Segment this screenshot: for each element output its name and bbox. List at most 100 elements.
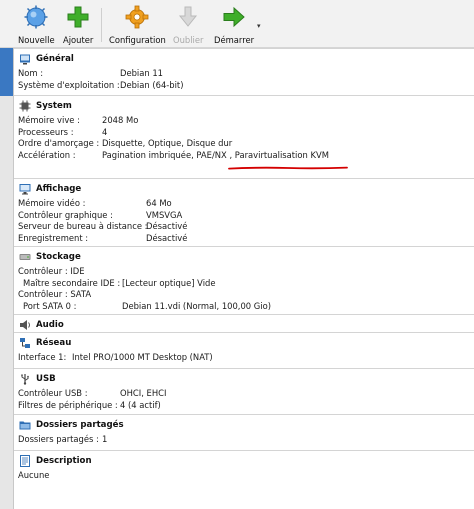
general-name-row: Nom : Debian 11 xyxy=(14,68,474,80)
start-dropdown-arrow-icon[interactable]: ▾ xyxy=(257,22,261,30)
section-storage-title: Stockage xyxy=(36,251,81,262)
usb-icon xyxy=(18,372,32,386)
chip-icon xyxy=(18,99,32,113)
description-value: Aucune xyxy=(18,470,50,480)
usb-controller-label: Contrôleur USB : xyxy=(18,388,88,398)
display-vram-label: Mémoire vidéo : xyxy=(18,198,86,208)
display-vram-value: 64 Mo xyxy=(146,198,172,208)
section-usb-header[interactable]: USB xyxy=(14,368,474,388)
section-shared-folders-header[interactable]: Dossiers partagés xyxy=(14,414,474,434)
usb-filters-value: 4 (4 actif) xyxy=(120,399,161,410)
add-plus-icon xyxy=(65,4,91,30)
start-button[interactable]: Démarrer xyxy=(214,4,254,46)
section-description: Description Aucune xyxy=(14,450,474,482)
system-cpu-row: Processeurs : 4 xyxy=(14,127,474,139)
section-display-header[interactable]: Affichage xyxy=(14,178,474,198)
network-iface-label: Interface 1: xyxy=(18,352,67,362)
section-general-title: Général xyxy=(36,53,74,64)
shared-count-value: 1 xyxy=(102,434,108,444)
section-storage: Stockage Contrôleur : IDE Maître seconda… xyxy=(14,246,474,312)
add-button-label: Ajouter xyxy=(63,35,94,45)
toolbar-separator xyxy=(101,8,102,42)
shared-count-row: Dossiers partagés : 1 xyxy=(14,434,474,446)
system-memory-label: Mémoire vive : xyxy=(18,115,80,125)
storage-sata-port-row: Port SATA 0 : Debian 11.vdi (Normal, 100… xyxy=(14,301,474,313)
display-recording-value: Désactivé xyxy=(146,232,188,243)
section-display: Affichage Mémoire vidéo : 64 Mo Contrôle… xyxy=(14,178,474,244)
section-usb-title: USB xyxy=(36,373,56,384)
general-icon xyxy=(18,52,32,66)
toolbar: Nouvelle Ajouter Configuration Oublier D… xyxy=(0,0,474,48)
system-boot-value: Disquette, Optique, Disque dur xyxy=(102,138,233,148)
display-controller-label: Contrôleur graphique : xyxy=(18,209,113,220)
general-name-value: Debian 11 xyxy=(120,68,164,78)
section-shared-folders-title: Dossiers partagés xyxy=(36,419,124,430)
section-description-header[interactable]: Description xyxy=(14,450,474,470)
discard-arrow-icon xyxy=(175,4,201,30)
general-os-value: Debian (64-bit) xyxy=(120,79,184,90)
section-shared-folders: Dossiers partagés Dossiers partagés : 1 xyxy=(14,414,474,446)
system-memory-row: Mémoire vive : 2048 Mo xyxy=(14,115,474,127)
new-button[interactable]: Nouvelle xyxy=(18,4,55,46)
section-system: System Mémoire vive : 2048 Mo Processeur… xyxy=(14,95,474,161)
display-controller-row: Contrôleur graphique : VMSVGA xyxy=(14,210,474,222)
section-system-title: System xyxy=(36,100,72,111)
new-machine-icon xyxy=(23,4,49,30)
storage-disk-icon xyxy=(18,250,32,264)
red-underline-annotation xyxy=(228,166,348,170)
section-network-title: Réseau xyxy=(36,337,72,348)
section-description-title: Description xyxy=(36,455,92,466)
selection-accent xyxy=(0,48,13,96)
system-accel-row: Accélération : Pagination imbriquée, PAE… xyxy=(14,150,474,162)
system-cpu-label: Processeurs : xyxy=(18,126,74,137)
system-accel-label: Accélération : xyxy=(18,149,76,160)
section-usb: USB Contrôleur USB : OHCI, EHCI Filtres … xyxy=(14,368,474,411)
display-vram-row: Mémoire vidéo : 64 Mo xyxy=(14,198,474,210)
system-memory-value: 2048 Mo xyxy=(102,115,139,125)
section-audio-title: Audio xyxy=(36,319,64,330)
section-general: Général Nom : Debian 11 Système d'exploi… xyxy=(14,48,474,91)
display-controller-value: VMSVGA xyxy=(146,209,183,220)
add-button[interactable]: Ajouter xyxy=(63,4,93,46)
settings-button-label: Configuration xyxy=(109,35,166,45)
section-storage-header[interactable]: Stockage xyxy=(14,246,474,266)
discard-button-label: Oublier xyxy=(173,35,204,45)
network-icon xyxy=(18,336,32,350)
section-audio-header[interactable]: Audio xyxy=(14,314,474,334)
storage-sata-port-value: Debian 11.vdi (Normal, 100,00 Gio) xyxy=(122,300,271,311)
section-display-title: Affichage xyxy=(36,183,82,194)
settings-button[interactable]: Configuration xyxy=(109,4,166,46)
speaker-icon xyxy=(18,318,32,332)
network-iface-value: Intel PRO/1000 MT Desktop (NAT) xyxy=(72,352,213,362)
display-recording-row: Enregistrement : Désactivé xyxy=(14,233,474,245)
storage-ide-slave-row: Maître secondaire IDE : [Lecteur optique… xyxy=(14,278,474,290)
storage-sata-label: Contrôleur : SATA xyxy=(18,289,92,299)
display-rdp-value: Désactivé xyxy=(146,221,188,231)
section-system-header[interactable]: System xyxy=(14,95,474,115)
storage-ide-row: Contrôleur : IDE xyxy=(14,266,474,278)
general-os-label: Système d'exploitation : xyxy=(18,79,120,90)
discard-button[interactable]: Oublier xyxy=(173,4,203,46)
storage-ide-slave-label: Maître secondaire IDE : xyxy=(23,277,121,288)
usb-filters-label: Filtres de périphérique : xyxy=(18,399,118,410)
section-network: Réseau Interface 1: Intel PRO/1000 MT De… xyxy=(14,332,474,364)
display-recording-label: Enregistrement : xyxy=(18,232,89,243)
left-sidebar-edge xyxy=(0,48,14,509)
storage-ide-label: Contrôleur : IDE xyxy=(18,266,85,276)
system-cpu-value: 4 xyxy=(102,126,108,137)
start-button-label: Démarrer xyxy=(214,35,255,45)
system-accel-value-part1: Pagination imbriquée, PAE/NX , xyxy=(102,149,233,160)
storage-sata-row: Contrôleur : SATA xyxy=(14,289,474,301)
storage-ide-slave-value: [Lecteur optique] Vide xyxy=(122,277,216,288)
section-network-header[interactable]: Réseau xyxy=(14,332,474,352)
description-row: Aucune xyxy=(14,470,474,482)
system-accel-value-part2: Paravirtualisation KVM xyxy=(234,149,329,160)
folder-icon xyxy=(18,418,32,432)
monitor-icon xyxy=(18,182,32,196)
section-general-header[interactable]: Général xyxy=(14,48,474,68)
gear-icon xyxy=(124,4,150,30)
start-arrow-icon xyxy=(221,4,247,30)
storage-sata-port-label: Port SATA 0 : xyxy=(23,300,77,311)
general-name-label: Nom : xyxy=(18,68,44,78)
new-button-label: Nouvelle xyxy=(18,35,55,45)
